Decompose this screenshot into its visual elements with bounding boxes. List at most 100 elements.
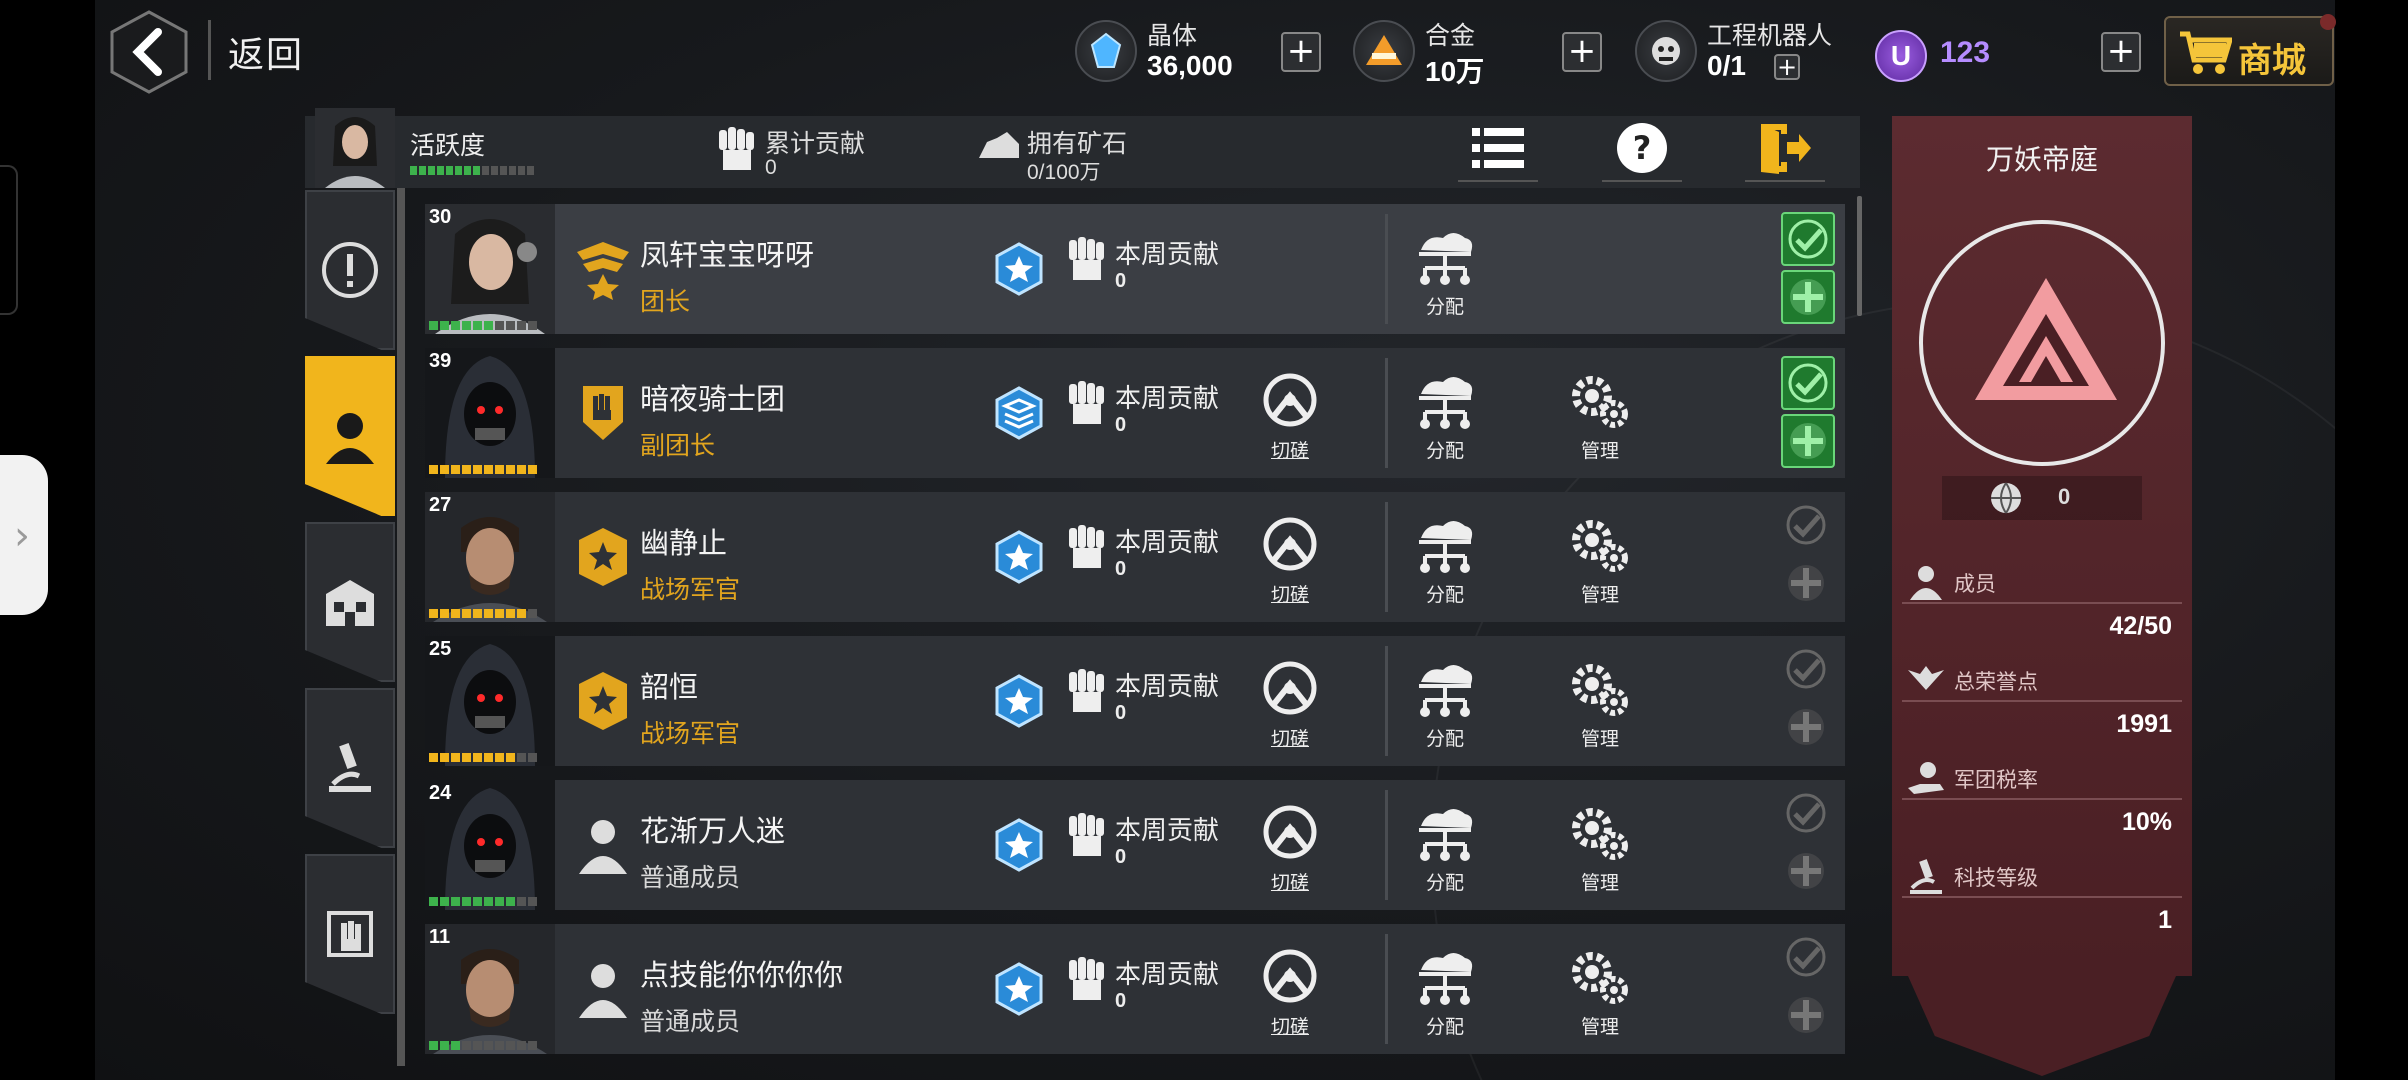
tab-notice[interactable] bbox=[305, 190, 395, 350]
duel-button[interactable]: 切磋 bbox=[1245, 516, 1335, 606]
info-divider bbox=[1902, 602, 2182, 604]
member-name: 凤轩宝宝呀呀 bbox=[640, 240, 815, 272]
tab-members[interactable] bbox=[305, 356, 395, 516]
player-avatar[interactable] bbox=[315, 108, 395, 188]
manage-button[interactable]: 管理 bbox=[1555, 804, 1645, 894]
duel-button[interactable]: 切磋 bbox=[1245, 660, 1335, 750]
tab-research[interactable] bbox=[305, 688, 395, 848]
shop-label: 商城 bbox=[2238, 42, 2306, 80]
weekly-label: 本周贡献 bbox=[1115, 959, 1220, 989]
member-bar bbox=[429, 321, 537, 330]
gears-icon bbox=[1568, 808, 1632, 868]
back-label[interactable]: 返回 bbox=[228, 26, 304, 78]
permission-toggle[interactable] bbox=[1781, 932, 1835, 986]
back-button[interactable] bbox=[110, 10, 188, 94]
permission-toggle[interactable] bbox=[1781, 788, 1835, 842]
tab-contribution[interactable] bbox=[305, 854, 395, 1014]
permission-toggle[interactable] bbox=[1781, 212, 1835, 266]
tech-label: 科技等级 bbox=[1954, 867, 2038, 890]
notification-dot bbox=[2320, 14, 2336, 30]
member-role: 副团长 bbox=[640, 432, 716, 460]
action-label: 管理 bbox=[1580, 585, 1619, 606]
tab-base[interactable] bbox=[305, 522, 395, 682]
permission-toggle[interactable] bbox=[1781, 356, 1835, 410]
contribution-value: 0 bbox=[765, 156, 777, 179]
crystal-resource: 晶体 36,000 bbox=[1075, 12, 1275, 92]
member-row[interactable]: 27 幽静止 战场军官 本周贡献 0 切磋 分配 管理 bbox=[425, 492, 1845, 622]
duel-button[interactable]: 切磋 bbox=[1245, 804, 1335, 894]
manage-button[interactable]: 管理 bbox=[1555, 372, 1645, 462]
donate-icon bbox=[327, 911, 373, 957]
help-button[interactable]: ? bbox=[1602, 116, 1682, 182]
scrollbar[interactable] bbox=[1857, 196, 1862, 316]
side-drawer-handle[interactable]: › bbox=[0, 455, 48, 615]
distribute-button[interactable]: 分配 bbox=[1400, 228, 1490, 318]
edge-indicator bbox=[0, 165, 18, 315]
member-row[interactable]: 25 韶恒 战场军官 本周贡献 0 切磋 分配 管理 bbox=[425, 636, 1845, 766]
member-row[interactable]: 24 花渐万人迷 普通成员 本周贡献 0 切磋 分配 管理 bbox=[425, 780, 1845, 910]
member-row[interactable]: 30 凤轩宝宝呀呀 团长 本周贡献 0 分配 bbox=[425, 204, 1845, 334]
cart-icon bbox=[2180, 31, 2232, 74]
list-button[interactable] bbox=[1458, 116, 1538, 182]
distribute-button[interactable]: 分配 bbox=[1400, 660, 1490, 750]
distribute-icon bbox=[1413, 377, 1477, 436]
action-label: 分配 bbox=[1425, 441, 1464, 462]
manage-button[interactable]: 管理 bbox=[1555, 948, 1645, 1038]
action-label: 管理 bbox=[1580, 1017, 1619, 1038]
add-crystal-button[interactable]: + bbox=[1281, 32, 1321, 72]
manage-button[interactable]: 管理 bbox=[1555, 516, 1645, 606]
distribute-button[interactable]: 分配 bbox=[1400, 948, 1490, 1038]
guild-points-value: 0 bbox=[2058, 484, 2071, 509]
member-info: 幽静止 战场军官 本周贡献 0 切磋 分配 管理 bbox=[555, 492, 1845, 622]
member-bar bbox=[429, 753, 537, 762]
action-label: 分配 bbox=[1425, 297, 1464, 318]
rank-badge-icon bbox=[995, 962, 1043, 1016]
distribute-button[interactable]: 分配 bbox=[1400, 804, 1490, 894]
weekly-value: 0 bbox=[1115, 702, 1127, 724]
fist-icon bbox=[1065, 813, 1107, 862]
robot-value: 0/1 bbox=[1707, 50, 1746, 81]
permission-toggle[interactable] bbox=[1781, 644, 1835, 698]
exit-guild-button[interactable] bbox=[1745, 116, 1825, 182]
member-role: 普通成员 bbox=[640, 1008, 741, 1036]
tax-value: 10% bbox=[2121, 808, 2172, 836]
honor-label: 总荣誉点 bbox=[1954, 671, 2038, 694]
action-label: 分配 bbox=[1425, 585, 1464, 606]
guild-emblem bbox=[1919, 220, 2165, 466]
permission-toggle[interactable] bbox=[1781, 846, 1835, 900]
fist-icon bbox=[1065, 669, 1107, 718]
members-label: 成员 bbox=[1954, 573, 1996, 596]
distribute-button[interactable]: 分配 bbox=[1400, 516, 1490, 606]
ore-icon bbox=[979, 132, 1019, 158]
add-alloy-button[interactable]: + bbox=[1562, 32, 1602, 72]
add-robot-button[interactable]: + bbox=[1774, 54, 1800, 80]
u-currency-icon: U bbox=[1875, 30, 1927, 82]
shop-button[interactable]: 商城 bbox=[2164, 14, 2336, 86]
member-level: 27 bbox=[429, 494, 452, 516]
distribute-icon bbox=[1413, 809, 1477, 868]
exit-door-icon bbox=[1761, 124, 1811, 174]
rank-icon bbox=[575, 814, 631, 876]
member-row[interactable]: 39 暗夜骑士团 副团长 本周贡献 0 切磋 分配 管理 bbox=[425, 348, 1845, 478]
duel-button[interactable]: 切磋 bbox=[1245, 948, 1335, 1038]
member-row[interactable]: 11 点技能你你你你 普通成员 本周贡献 0 切磋 分配 管理 bbox=[425, 924, 1845, 1054]
permission-toggle[interactable] bbox=[1781, 500, 1835, 554]
manage-button[interactable]: 管理 bbox=[1555, 660, 1645, 750]
member-role: 团长 bbox=[640, 288, 691, 316]
weekly-label: 本周贡献 bbox=[1115, 527, 1220, 557]
permission-toggle[interactable] bbox=[1781, 702, 1835, 756]
member-name: 点技能你你你你 bbox=[640, 960, 844, 992]
duel-button[interactable]: 切磋 bbox=[1245, 372, 1335, 462]
permission-toggle[interactable] bbox=[1781, 270, 1835, 324]
add-u-currency-button[interactable]: + bbox=[2101, 32, 2141, 72]
distribute-button[interactable]: 分配 bbox=[1400, 372, 1490, 462]
action-label: 切磋 bbox=[1270, 873, 1309, 894]
permission-toggle[interactable] bbox=[1781, 558, 1835, 612]
permission-toggle[interactable] bbox=[1781, 990, 1835, 1044]
tech-value: 1 bbox=[2158, 906, 2172, 934]
owned-ore: 拥有矿石 0/100万 bbox=[977, 124, 1127, 184]
tab-rail bbox=[397, 188, 405, 1066]
rank-badge-icon bbox=[995, 242, 1043, 296]
rank-icon bbox=[575, 958, 631, 1020]
permission-toggle[interactable] bbox=[1781, 414, 1835, 468]
